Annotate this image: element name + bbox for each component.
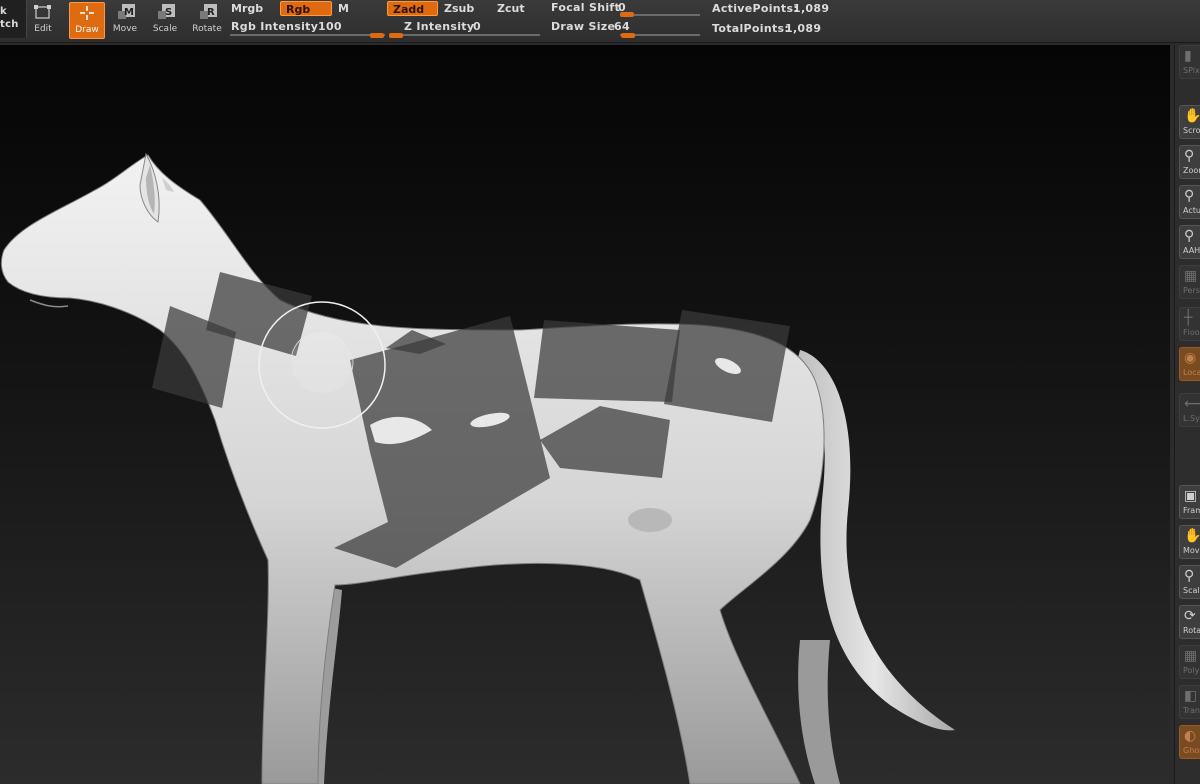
canvas-viewport[interactable] [0,45,1170,784]
rgb-intensity-label: Rgb Intensity [231,20,319,33]
draw-size-value: 64 [614,20,630,33]
shelf-label: Transp [1183,706,1200,715]
draw-label: Draw [75,25,99,35]
shelf-aahalf-button[interactable]: ⚲ AAHalf [1179,225,1200,259]
rotate-icon: R [190,2,224,24]
right-shelf: ▮ SPix ✋ Scroll ⚲ Zoom ⚲ Actual ⚲ AAHalf ▦ Persp ┼ Fl… [1174,45,1200,784]
rotate-letter: R [207,7,215,18]
shelf-actual-button[interactable]: ⚲ Actual [1179,185,1200,219]
z-intensity-value: 0 [473,20,481,33]
shelf-zoom-button[interactable]: ⚲ Zoom [1179,145,1200,179]
shelf-move-button[interactable]: ✋ Move [1179,525,1200,559]
rgb-intensity-track[interactable] [230,34,385,36]
hand-icon: ✋ [1184,528,1200,544]
frame-icon: ▣ [1184,488,1198,504]
focal-shift-label: Focal Shift [551,1,621,14]
grid-icon: ▦ [1184,648,1198,664]
shelf-scale-button[interactable]: ⚲ Scale [1179,565,1200,599]
magnifier-icon: ⚲ [1184,188,1195,204]
lightbox-sketch-buttons[interactable]: k tch [0,0,27,38]
grid-icon: ▦ [1184,268,1198,284]
draw-icon [70,3,104,25]
shelf-label: Scale [1183,586,1200,595]
shelf-spix-button[interactable]: ▮ SPix [1179,45,1200,79]
total-points-label: TotalPoints: [712,22,790,35]
scale-label: Scale [152,24,178,34]
shelf-label: PolyF [1183,666,1200,675]
edit-button[interactable]: Edit [28,2,58,37]
move-button[interactable]: M Move [110,2,140,37]
shelf-label: Ghost [1183,746,1200,755]
draw-size-thumb[interactable] [621,33,636,38]
edit-icon [28,2,58,24]
move-label: Move [112,24,138,34]
shelf-polyf-button[interactable]: ▦ PolyF [1179,645,1200,679]
shelf-label: Scroll [1183,126,1200,135]
symmetry-icon: ⟷ [1180,394,1200,414]
magnifier-icon: ⚲ [1184,148,1195,164]
shelf-l-sym-button[interactable]: ⟷L.Sym [1179,393,1200,427]
shelf-label: Local [1183,368,1200,377]
shelf-label: Rotate [1183,626,1200,635]
local-icon: ◉ [1184,350,1197,366]
spix-icon: ▮ [1184,48,1192,64]
shelf-label: Zoom [1183,166,1200,175]
active-points-value: 1,089 [793,2,830,15]
scale-letter: S [165,7,172,18]
hand-icon: ✋ [1184,108,1200,124]
shelf-rotate-button[interactable]: ⟳ Rotate [1179,605,1200,639]
draw-size-label: Draw Size [551,20,616,33]
shelf-frame-button[interactable]: ▣ Frame [1179,485,1200,519]
move-icon: M [110,2,140,24]
magnifier-icon: ⚲ [1184,228,1195,244]
shelf-transp-button[interactable]: ◧ Transp [1179,685,1200,719]
z-intensity-track[interactable] [390,34,540,36]
m-button[interactable]: M [333,1,383,16]
shelf-ghost-button[interactable]: ◐ Ghost [1179,725,1200,759]
ghost-icon: ◐ [1184,728,1197,744]
shelf-label: AAHalf [1183,246,1200,255]
rotate-icon: ⟳ [1184,608,1196,624]
focal-shift-thumb[interactable] [620,12,634,17]
magnifier-icon: ⚲ [1184,568,1195,584]
shelf-local-button[interactable]: ◉ Local [1179,347,1200,381]
floor-icon: ┼ [1184,310,1193,326]
z-intensity-label: Z Intensity [404,20,475,33]
shelf-label: Frame [1183,506,1200,515]
lightbox-label-partial[interactable]: k [0,6,7,17]
shelf-scroll-button[interactable]: ✋ Scroll [1179,105,1200,139]
move-letter: M [124,7,134,18]
total-points-value: 1,089 [785,22,822,35]
shelf-floor-button[interactable]: ┼ Floor [1179,307,1200,341]
top-toolbar: k tch Edit Draw M Move S Scale R Rotate [0,0,1200,43]
zcut-button[interactable]: Zcut [492,1,544,16]
shelf-label: Floor [1183,328,1200,337]
rgb-intensity-thumb[interactable] [370,33,384,38]
shelf-persp-button[interactable]: ▦ Persp [1179,265,1200,299]
rotate-label: Rotate [192,24,222,34]
shelf-label: Move [1183,546,1200,555]
edit-label: Edit [34,24,52,34]
mrgb-button[interactable]: Mrgb [226,1,278,16]
dog-model[interactable] [0,45,1170,784]
shelf-label: Persp [1183,286,1200,295]
transp-icon: ◧ [1184,688,1198,704]
shelf-label: SPix [1183,66,1200,75]
rgb-button[interactable]: Rgb [280,1,332,16]
scale-icon: S [150,2,180,24]
shelf-label: Actual [1183,206,1200,215]
rotate-button[interactable]: R Rotate [190,2,224,37]
zsub-button[interactable]: Zsub [439,1,491,16]
rgb-intensity-value: 100 [318,20,342,33]
sketch-label-partial[interactable]: tch [0,19,19,30]
shelf-label: L.Sym [1183,414,1200,423]
z-intensity-thumb[interactable] [389,33,403,38]
zadd-button[interactable]: Zadd [387,1,438,16]
scale-button[interactable]: S Scale [150,2,180,37]
active-points-label: ActivePoints: [712,2,799,15]
draw-button[interactable]: Draw [69,2,105,39]
